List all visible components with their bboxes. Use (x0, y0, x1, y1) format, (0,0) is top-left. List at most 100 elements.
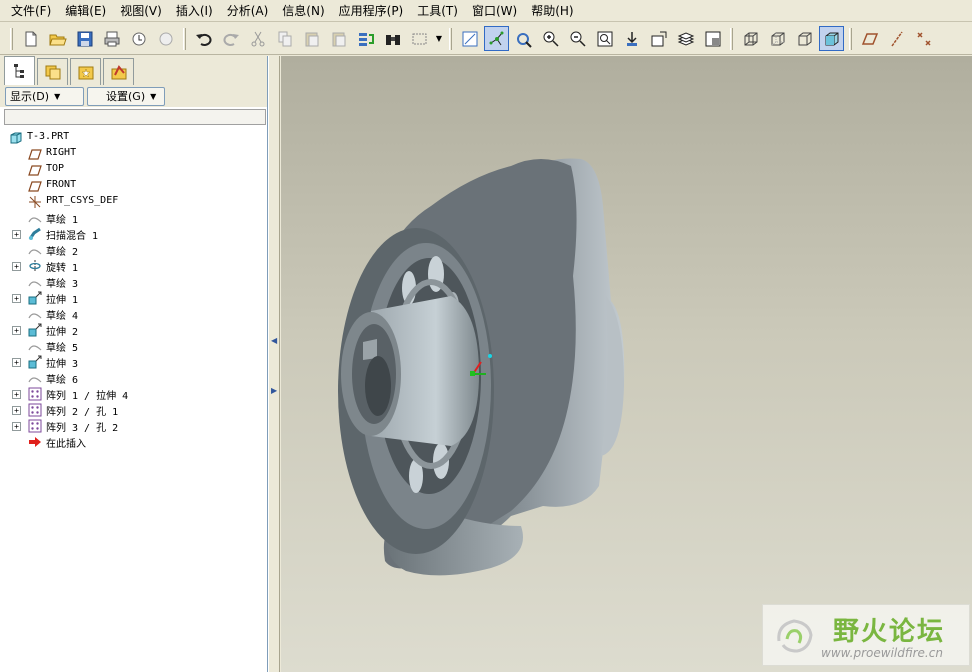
open-folder-icon (48, 34, 67, 45)
select-dropdown-button[interactable]: ▼ (434, 26, 444, 51)
menu-tools[interactable]: 工具(T) (410, 1, 465, 21)
tab-connections[interactable] (103, 58, 134, 85)
tree-item[interactable]: 草绘 6 (0, 370, 266, 386)
3d-part-model (338, 158, 625, 576)
refit-button[interactable] (592, 26, 617, 51)
expand-plus-icon[interactable]: + (12, 326, 21, 335)
tree-item[interactable]: FRONT (0, 178, 266, 194)
cut-button[interactable] (245, 26, 270, 51)
copy-button[interactable] (272, 26, 297, 51)
no-hidden-button[interactable] (792, 26, 817, 51)
print-button[interactable] (99, 26, 124, 51)
tree-item[interactable]: 在此插入 (0, 434, 266, 450)
menu-info[interactable]: 信息(N) (275, 1, 331, 21)
toolbar-grip[interactable] (449, 27, 452, 50)
menu-view[interactable]: 视图(V) (113, 1, 169, 21)
datum-plane-icon (27, 163, 42, 177)
expand-right-icon[interactable]: ▶ (271, 386, 278, 400)
tab-layer-tree[interactable] (37, 58, 68, 85)
menu-analysis[interactable]: 分析(A) (220, 1, 276, 21)
tree-item-label: 在此插入 (46, 439, 86, 450)
menu-help[interactable]: 帮助(H) (524, 1, 580, 21)
send-mail-disabled-button[interactable] (153, 26, 178, 51)
find-button[interactable] (380, 26, 405, 51)
wireframe-button[interactable] (738, 26, 763, 51)
tree-item[interactable]: + 扫描混合 1 (0, 226, 266, 242)
tree-item-label: 旋转 1 (46, 263, 79, 274)
undo-button[interactable] (191, 26, 216, 51)
graphics-window[interactable] (281, 56, 972, 672)
menu-insert[interactable]: 插入(I) (169, 1, 220, 21)
spin-center-button[interactable] (484, 26, 509, 51)
refit-icon (597, 31, 612, 46)
hidden-line-button[interactable] (765, 26, 790, 51)
select-box-button[interactable] (407, 26, 432, 51)
cut-icon (251, 31, 264, 46)
menu-file[interactable]: 文件(F) (4, 1, 58, 21)
paste-button[interactable] (299, 26, 324, 51)
view-manager-button[interactable] (700, 26, 725, 51)
menu-applications[interactable]: 应用程序(P) (332, 1, 411, 21)
tree-item[interactable]: PRT_CSYS_DEF (0, 194, 266, 210)
tree-item[interactable]: + 阵列 3 / 孔 2 (0, 418, 266, 434)
collapse-left-icon[interactable]: ◀ (271, 336, 278, 350)
zoom-in-button[interactable] (538, 26, 563, 51)
tab-favorites[interactable] (70, 58, 101, 85)
tree-filter-bar[interactable] (4, 109, 266, 125)
show-dropdown[interactable]: 显示(D) ▼ (5, 86, 84, 106)
tree-item[interactable]: + 拉伸 1 (0, 290, 266, 306)
tree-item[interactable]: 草绘 3 (0, 274, 266, 290)
regenerate-button[interactable] (353, 26, 378, 51)
paste-special-button[interactable] (326, 26, 351, 51)
menu-window[interactable]: 窗口(W) (465, 1, 524, 21)
zoom-out-button[interactable] (565, 26, 590, 51)
watermark-title: 野火论坛 (833, 617, 946, 647)
send-mail-button[interactable] (126, 26, 151, 51)
repaint-button[interactable] (457, 26, 482, 51)
tab-model-tree[interactable] (4, 56, 35, 85)
expand-plus-icon[interactable]: + (12, 294, 21, 303)
tree-item[interactable]: + 拉伸 2 (0, 322, 266, 338)
menu-edit[interactable]: 编辑(E) (58, 1, 113, 21)
tree-item[interactable]: TOP (0, 162, 266, 178)
save-button[interactable] (72, 26, 97, 51)
tree-item[interactable]: RIGHT (0, 146, 266, 162)
tree-item[interactable]: 草绘 4 (0, 306, 266, 322)
toolbar-grip[interactable] (183, 27, 186, 50)
expand-plus-icon[interactable]: + (12, 406, 21, 415)
redo-button[interactable] (218, 26, 243, 51)
orient-mode-button[interactable] (511, 26, 536, 51)
toolbar-grip[interactable] (10, 27, 13, 50)
expand-plus-icon[interactable]: + (12, 358, 21, 367)
zoom-in-icon (543, 31, 559, 47)
datum-axis-display-button[interactable] (884, 26, 909, 51)
tree-item[interactable]: 草绘 2 (0, 242, 266, 258)
point-display-icon (916, 31, 931, 46)
reorient-button[interactable] (619, 26, 644, 51)
tree-item[interactable]: T-3.PRT (0, 130, 266, 146)
toolbar-grip[interactable] (849, 27, 852, 50)
expand-plus-icon[interactable]: + (12, 390, 21, 399)
new-file-button[interactable] (18, 26, 43, 51)
tree-item[interactable]: 草绘 5 (0, 338, 266, 354)
chevron-down-icon: ▼ (150, 91, 157, 101)
open-button[interactable] (45, 26, 70, 51)
datum-plane-display-button[interactable] (857, 26, 882, 51)
expand-plus-icon[interactable]: + (12, 262, 21, 271)
tree-item[interactable]: + 阵列 1 / 拉伸 4 (0, 386, 266, 402)
tree-item[interactable]: + 阵列 2 / 孔 1 (0, 402, 266, 418)
point-display-button[interactable] (911, 26, 936, 51)
tree-item[interactable]: 草绘 1 (0, 210, 266, 226)
shading-button[interactable] (819, 26, 844, 51)
tree-item[interactable]: + 旋转 1 (0, 258, 266, 274)
tree-item[interactable]: + 拉伸 3 (0, 354, 266, 370)
send-mail-disabled-icon (159, 32, 172, 45)
settings-dropdown[interactable]: 设置(G) ▼ (87, 86, 165, 106)
expand-plus-icon[interactable]: + (12, 422, 21, 431)
panel-splitter[interactable]: ◀ ▶ (268, 56, 280, 672)
folder-browser-icon (45, 65, 60, 80)
toolbar-grip[interactable] (730, 27, 733, 50)
layers-button[interactable] (673, 26, 698, 51)
saved-views-button[interactable] (646, 26, 671, 51)
expand-plus-icon[interactable]: + (12, 230, 21, 239)
